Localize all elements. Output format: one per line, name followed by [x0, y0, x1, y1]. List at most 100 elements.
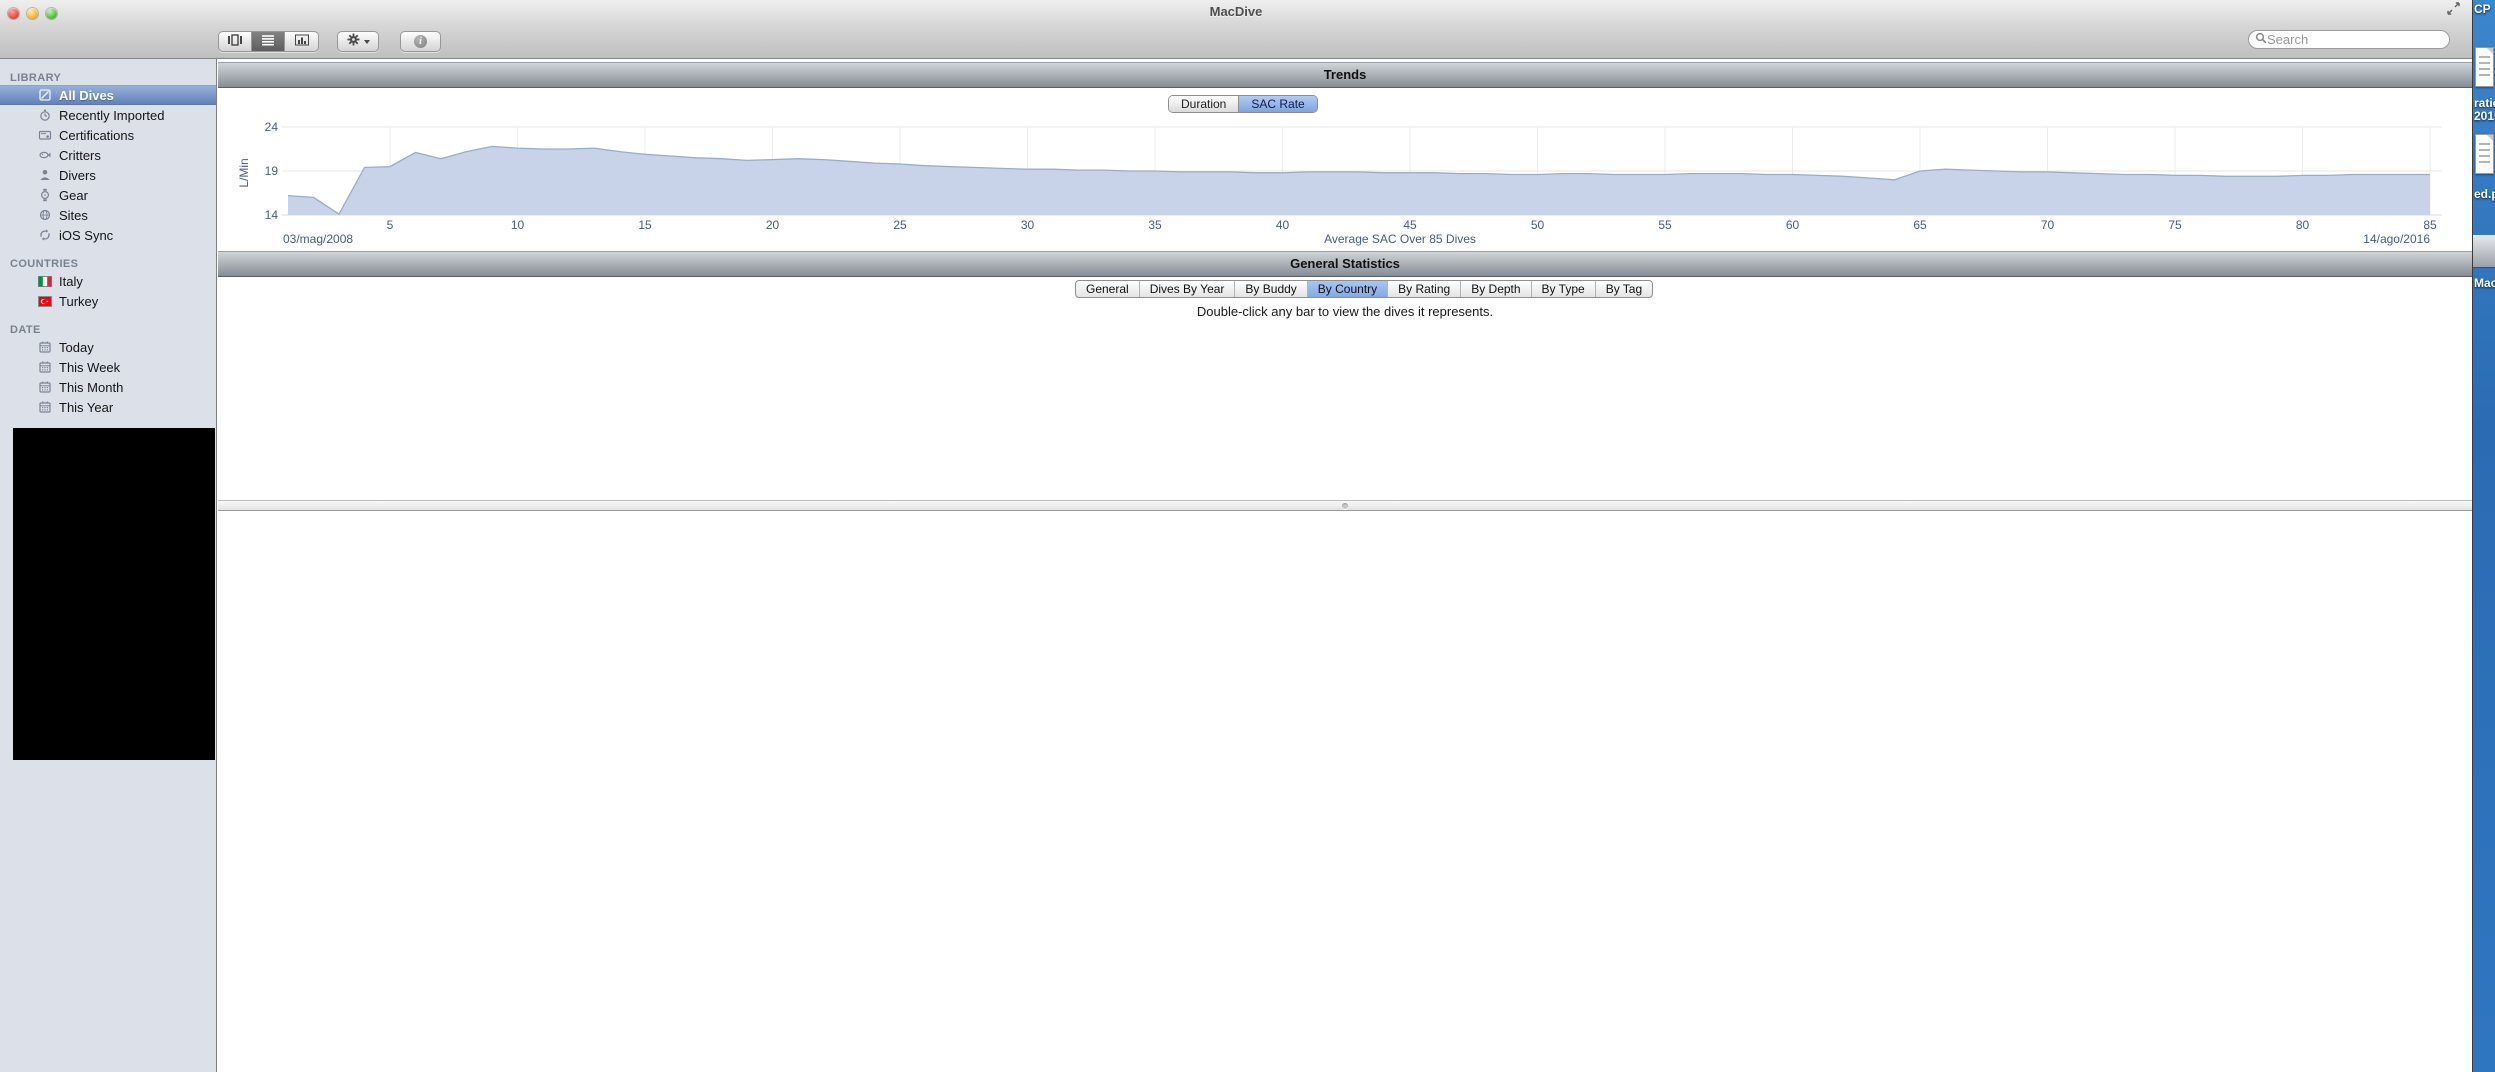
- sidebar-item-critters[interactable]: Critters: [0, 145, 216, 165]
- calendar-icon: [37, 399, 53, 415]
- sidebar-item-label: Sites: [59, 207, 88, 223]
- sidebar-item-italy[interactable]: Italy: [0, 271, 216, 291]
- x-tick-label: 10: [511, 218, 525, 232]
- segment-duration[interactable]: Duration: [1169, 96, 1240, 112]
- dive-log-icon: [37, 87, 53, 103]
- tab-by-buddy[interactable]: By Buddy: [1235, 281, 1308, 297]
- x-tick-label: 45: [1403, 218, 1417, 232]
- x-tick-label: 70: [2041, 218, 2055, 232]
- document-icon[interactable]: [2475, 134, 2494, 174]
- list-icon: [260, 33, 276, 51]
- sidebar-item-ios-sync[interactable]: iOS Sync: [0, 225, 216, 245]
- x-tick-label: 40: [1276, 218, 1290, 232]
- trends-segmented-control: Duration SAC Rate: [1168, 95, 1318, 113]
- sidebar-item-label: All Dives: [59, 87, 114, 103]
- search-input[interactable]: [2267, 32, 2443, 47]
- document-icon[interactable]: [2475, 47, 2494, 87]
- person-icon: [37, 167, 53, 183]
- sidebar-item-this-year[interactable]: This Year: [0, 397, 216, 417]
- coverflow-icon: [227, 33, 243, 51]
- stats-view-button[interactable]: [285, 32, 318, 51]
- statistics-tabset: General Dives By Year By Buddy By Country By…: [1075, 280, 1654, 298]
- tab-general[interactable]: General: [1076, 281, 1140, 297]
- x-tick-label: 5: [387, 218, 394, 232]
- x-start-date-label: 03/mag/2008: [283, 232, 353, 246]
- sidebar-item-label: Today: [59, 339, 94, 355]
- info-button[interactable]: i: [400, 31, 441, 52]
- sac-rate-area-chart[interactable]: 14 19 24 5 10 15 20 25 30 35 40 45 50 55 60 65 70 75 80 85 0…: [230, 115, 2470, 255]
- sidebar: LIBRARY All Dives Recently Imported Certifi…: [0, 59, 217, 1072]
- x-end-date-label: 14/ago/2016: [2363, 232, 2430, 246]
- sidebar-item-label: Divers: [59, 167, 96, 183]
- sidebar-item-today[interactable]: Today: [0, 337, 216, 357]
- tab-by-tag[interactable]: By Tag: [1596, 281, 1652, 297]
- desktop-file-label: ratio: [2474, 96, 2495, 110]
- tab-by-rating[interactable]: By Rating: [1388, 281, 1462, 297]
- sidebar-section-title: DATE: [10, 324, 41, 336]
- statistics-hint-message: Double-click any bar to view the dives i…: [1196, 304, 1494, 319]
- x-tick-label: 55: [1658, 218, 1672, 232]
- sidebar-item-this-week[interactable]: This Week: [0, 357, 216, 377]
- sidebar-item-label: Italy: [59, 273, 83, 289]
- sidebar-item-certifications[interactable]: Certifications: [0, 125, 216, 145]
- x-tick-label: 65: [1913, 218, 1927, 232]
- trends-title: Trends: [1323, 67, 1367, 82]
- sidebar-item-label: Critters: [59, 147, 101, 163]
- sidebar-item-sites[interactable]: Sites: [0, 205, 216, 225]
- horizontal-splitter[interactable]: [218, 500, 2472, 511]
- fish-icon: [37, 147, 53, 163]
- fullscreen-icon[interactable]: [2446, 2, 2462, 16]
- flag-turkey-icon: [37, 293, 53, 309]
- tab-by-depth[interactable]: By Depth: [1461, 281, 1532, 297]
- coverflow-view-button[interactable]: [219, 32, 252, 51]
- x-tick-label: 60: [1786, 218, 1800, 232]
- x-tick-label: 75: [2168, 218, 2182, 232]
- sidebar-item-divers[interactable]: Divers: [0, 165, 216, 185]
- sync-icon: [37, 227, 53, 243]
- y-tick-label: 24: [265, 120, 279, 134]
- info-icon: i: [414, 35, 427, 48]
- sidebar-item-label: Recently Imported: [59, 107, 165, 123]
- sidebar-item-label: Gear: [59, 187, 88, 203]
- search-field[interactable]: [2248, 30, 2450, 49]
- sidebar-item-label: This Month: [59, 379, 124, 395]
- x-tick-label: 20: [766, 218, 780, 232]
- view-mode-segmented-control: [218, 31, 319, 52]
- sidebar-item-all-dives[interactable]: All Dives: [0, 85, 216, 105]
- watch-icon: [37, 187, 53, 203]
- sac-area-series: [288, 146, 2430, 215]
- tab-by-country[interactable]: By Country: [1307, 281, 1389, 297]
- x-tick-label: 35: [1148, 218, 1162, 232]
- splitter-handle-icon: [1342, 503, 1348, 509]
- calendar-icon: [37, 359, 53, 375]
- sidebar-item-turkey[interactable]: Turkey: [0, 291, 216, 311]
- list-view-button[interactable]: [252, 32, 285, 51]
- sidebar-item-label: Turkey: [59, 293, 99, 309]
- segment-sac-rate[interactable]: SAC Rate: [1239, 96, 1317, 112]
- background-window-edge: [2473, 235, 2495, 268]
- search-icon: [2255, 31, 2267, 49]
- sidebar-item-this-month[interactable]: This Month: [0, 377, 216, 397]
- x-tick-label: 85: [2423, 218, 2437, 232]
- sidebar-item-gear[interactable]: Gear: [0, 185, 216, 205]
- sidebar-item-label: This Week: [59, 359, 121, 375]
- y-tick-label: 19: [265, 164, 279, 178]
- desktop-file-label: ed.p: [2474, 187, 2495, 201]
- x-tick-label: 15: [638, 218, 652, 232]
- sidebar-item-label: Certifications: [59, 127, 135, 143]
- tab-dives-by-year[interactable]: Dives By Year: [1140, 281, 1236, 297]
- sidebar-item-label: iOS Sync: [59, 227, 114, 243]
- chevron-down-icon: [364, 39, 370, 44]
- certification-card-icon: [37, 127, 53, 143]
- bar-chart-icon: [294, 33, 310, 51]
- y-tick-label: 14: [265, 208, 279, 222]
- calendar-icon: [37, 339, 53, 355]
- sidebar-item-recently-imported[interactable]: Recently Imported: [0, 105, 216, 125]
- macdive-window: MacDive i Search LIBRARY All Dives Recen…: [0, 0, 2472, 1072]
- actions-menu-button[interactable]: [337, 31, 379, 52]
- desktop-file-label: CP: [2474, 2, 2491, 16]
- tab-by-type[interactable]: By Type: [1532, 281, 1596, 297]
- sidebar-section-title: COUNTRIES: [10, 258, 79, 270]
- gear-icon: [346, 32, 361, 52]
- y-axis-title: L/Min: [237, 158, 251, 187]
